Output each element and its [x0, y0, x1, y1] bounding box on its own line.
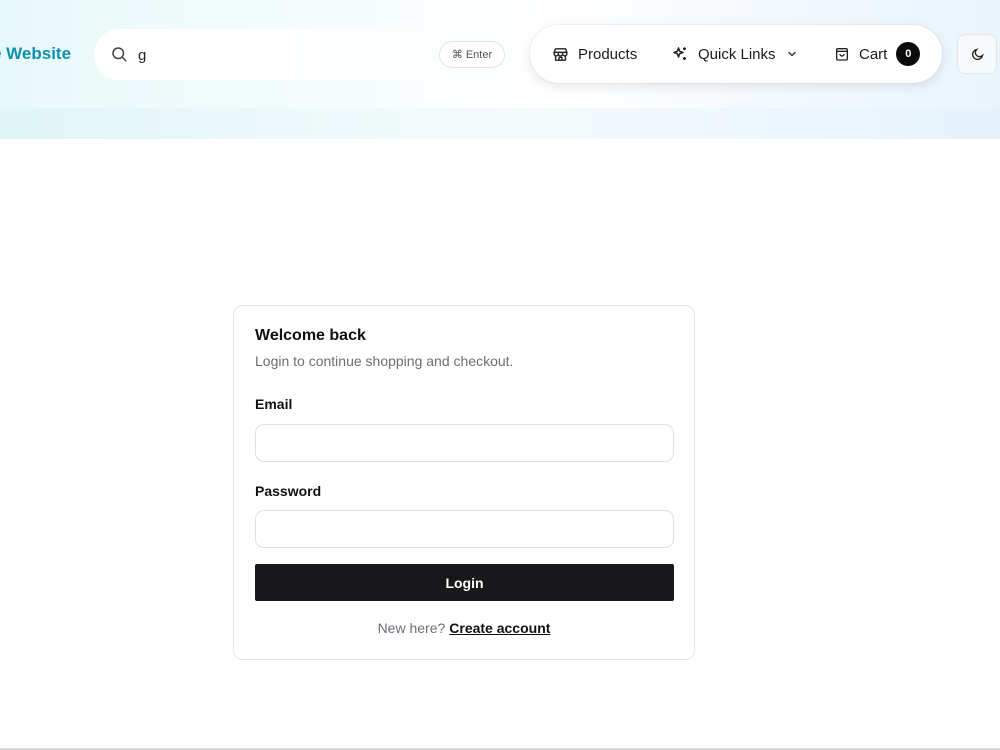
email-field[interactable]: [255, 424, 674, 462]
theme-toggle-button[interactable]: [957, 34, 997, 74]
nav-cart[interactable]: Cart 0: [834, 25, 921, 83]
search-shortcut-hint: ⌘ Enter: [439, 41, 505, 68]
site-header: e Website ⌘ Enter Products: [0, 0, 1000, 139]
nav-products-label: Products: [578, 45, 638, 63]
brand-logo-text[interactable]: e Website: [0, 44, 71, 64]
login-title: Welcome back: [255, 327, 366, 344]
cart-count-badge: 0: [896, 42, 921, 66]
signup-row: New here? Create account: [234, 620, 694, 636]
moon-icon: [971, 47, 984, 60]
login-subtitle: Login to continue shopping and checkout.: [255, 353, 514, 369]
search-input[interactable]: [138, 44, 418, 66]
nav-quick-links[interactable]: Quick Links: [671, 25, 798, 83]
main-nav: Products Quick Links Cart 0: [530, 25, 942, 83]
nav-cart-label: Cart: [859, 45, 888, 63]
create-account-link[interactable]: Create account: [449, 620, 550, 636]
chevron-down-icon: [787, 51, 796, 57]
login-card: Welcome back Login to continue shopping …: [233, 305, 695, 660]
email-label: Email: [255, 396, 293, 412]
nav-quick-links-label: Quick Links: [698, 45, 776, 63]
search-icon: [112, 47, 127, 62]
store-icon: [553, 47, 568, 61]
password-label: Password: [255, 483, 322, 499]
sparkles-icon: [673, 47, 686, 60]
command-key-icon: ⌘: [451, 49, 463, 61]
nav-products[interactable]: Products: [552, 25, 637, 83]
shopping-bag-icon: [836, 47, 848, 61]
password-field[interactable]: [255, 510, 674, 548]
signup-prompt: New here?: [377, 620, 446, 636]
search-bar[interactable]: ⌘ Enter: [94, 29, 518, 80]
login-button[interactable]: Login: [255, 564, 674, 601]
shortcut-label: Enter: [465, 48, 493, 61]
header-strip: [0, 108, 1000, 139]
